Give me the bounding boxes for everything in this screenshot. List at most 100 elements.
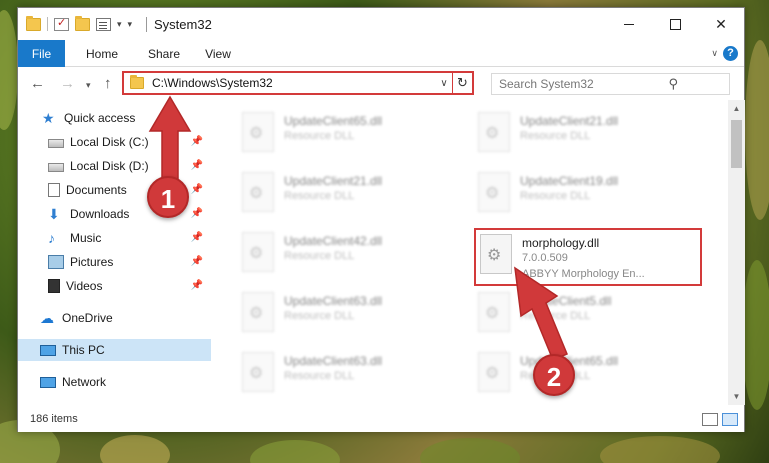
file-name: UpdateClient65.dll (284, 114, 383, 128)
status-bar: 186 items (18, 408, 744, 432)
nav-onedrive[interactable]: ☁ OneDrive (18, 307, 211, 329)
address-dropdown-icon[interactable]: ∨ (436, 78, 452, 89)
nav-label: Videos (66, 279, 103, 293)
nav-label: Music (70, 231, 102, 245)
close-button[interactable]: ✕ (698, 8, 744, 40)
callout-badge-1: 1 (147, 176, 189, 218)
file-tile[interactable]: UpdateClient21.dll Resource DLL (242, 172, 462, 226)
maximize-button[interactable] (652, 8, 698, 40)
tab-view[interactable]: View (198, 40, 238, 67)
tab-file[interactable]: File (18, 40, 65, 67)
pin-icon: 📌 (190, 208, 203, 219)
address-bar[interactable]: C:\Windows\System32 ∨ ↻ (122, 71, 474, 95)
nav-label: Quick access (64, 111, 136, 125)
dll-file-icon (242, 232, 274, 272)
file-name: UpdateClient42.dll (284, 234, 383, 248)
scroll-up-icon[interactable]: ▲ (728, 100, 745, 117)
nav-network[interactable]: Network (18, 371, 211, 393)
help-icon[interactable]: ? (723, 46, 738, 61)
tab-home[interactable]: Home (77, 40, 127, 67)
file-description: Resource DLL (520, 130, 591, 142)
file-name: UpdateClient21.dll (284, 174, 383, 188)
file-name: UpdateClient63.dll (284, 294, 383, 308)
toolbar-divider (47, 17, 48, 31)
callout-badge-2: 2 (533, 354, 575, 396)
customize-dropdown-icon[interactable]: ▾ (117, 19, 122, 30)
file-tile[interactable]: UpdateClient65.dll Resource DLL (242, 112, 462, 166)
nav-label: Network (62, 375, 107, 389)
tiles-view-icon[interactable] (722, 413, 738, 426)
file-description: Resource DLL (284, 310, 355, 322)
back-arrow-icon[interactable]: ← (30, 75, 45, 92)
nav-this-pc[interactable]: This PC (18, 339, 211, 361)
address-path[interactable]: C:\Windows\System32 (152, 76, 436, 90)
title-bar: ▾ ▾ System32 ✕ (18, 8, 744, 40)
pictures-icon (48, 255, 64, 269)
file-list: UpdateClient65.dll Resource DLL UpdateCl… (214, 100, 728, 405)
navigation-bar: ← → ▾ ↑ C:\Windows\System32 ∨ ↻ Search S… (18, 68, 744, 100)
file-tile[interactable]: UpdateClient63.dll Resource DLL (242, 292, 462, 346)
nav-videos[interactable]: Videos 📌 (18, 275, 211, 297)
file-description: Resource DLL (284, 190, 355, 202)
expand-ribbon-icon[interactable]: ∨ (711, 48, 718, 59)
new-folder-icon[interactable] (75, 15, 90, 31)
file-name: UpdateClient19.dll (520, 174, 619, 188)
minimize-button[interactable] (606, 8, 652, 40)
folder-icon (26, 15, 41, 31)
nav-label: Pictures (70, 255, 114, 269)
pin-icon: 📌 (190, 232, 203, 243)
file-name: UpdateClient63.dll (284, 354, 383, 368)
chevron-down-icon[interactable]: ▾ (128, 19, 133, 30)
search-input[interactable]: Search System32 ⚲ (491, 73, 730, 95)
forward-arrow-icon[interactable]: → (60, 75, 75, 92)
file-name: UpdateClient21.dll (520, 114, 619, 128)
scroll-down-icon[interactable]: ▼ (728, 388, 745, 405)
refresh-icon[interactable]: ↻ (452, 73, 472, 93)
documents-icon (48, 183, 60, 197)
nav-pictures[interactable]: Pictures 📌 (18, 251, 211, 273)
item-count: 186 items (30, 413, 78, 425)
details-view-icon[interactable] (702, 413, 718, 426)
downloads-icon: ⬇ (48, 206, 60, 222)
pin-icon: 📌 (190, 280, 203, 291)
nav-music[interactable]: ♪ Music 📌 (18, 227, 211, 249)
properties-check-icon[interactable] (54, 16, 69, 31)
file-tile[interactable]: UpdateClient21.dll Resource DLL (478, 112, 698, 166)
file-tile[interactable]: UpdateClient42.dll Resource DLL (242, 232, 462, 286)
dll-file-icon (242, 292, 274, 332)
dll-file-icon (478, 112, 510, 152)
nav-label: This PC (62, 343, 105, 357)
up-arrow-icon[interactable]: ↑ (104, 75, 112, 92)
network-icon (40, 376, 56, 388)
computer-icon (40, 344, 56, 356)
quick-access-toolbar: ▾ ▾ (26, 15, 133, 31)
file-tile[interactable]: UpdateClient19.dll Resource DLL (478, 172, 698, 226)
search-icon[interactable]: ⚲ (618, 76, 730, 92)
search-placeholder: Search System32 (499, 77, 594, 91)
ribbon-tabs: File Home Share View ∨ ? (18, 40, 744, 67)
file-description: Resource DLL (520, 190, 591, 202)
vertical-scrollbar[interactable]: ▲ ▼ (728, 100, 745, 405)
file-description: Resource DLL (284, 370, 355, 382)
dll-file-icon (242, 172, 274, 212)
nav-label: Downloads (70, 207, 130, 221)
folder-icon (130, 75, 144, 89)
explorer-window: ▾ ▾ System32 ✕ File Home Share View ∨ ? … (17, 7, 745, 432)
nav-label: Local Disk (D:) (70, 159, 149, 173)
callout-arrow-2 (514, 266, 568, 361)
file-tile[interactable]: UpdateClient63.dll Resource DLL (242, 352, 462, 405)
dll-file-icon (242, 352, 274, 392)
window-title: System32 (154, 17, 212, 32)
scrollbar-thumb[interactable] (731, 120, 742, 168)
dll-file-icon (242, 112, 274, 152)
recent-locations-icon[interactable]: ▾ (86, 80, 91, 91)
disk-icon (48, 163, 64, 172)
nav-label: Local Disk (C:) (70, 135, 149, 149)
file-description: Resource DLL (284, 130, 355, 142)
properties-icon[interactable] (96, 17, 111, 31)
tab-share[interactable]: Share (139, 40, 189, 67)
file-description: Resource DLL (284, 250, 355, 262)
videos-icon (48, 279, 60, 293)
nav-label: OneDrive (62, 311, 113, 325)
star-icon: ★ (42, 110, 55, 126)
